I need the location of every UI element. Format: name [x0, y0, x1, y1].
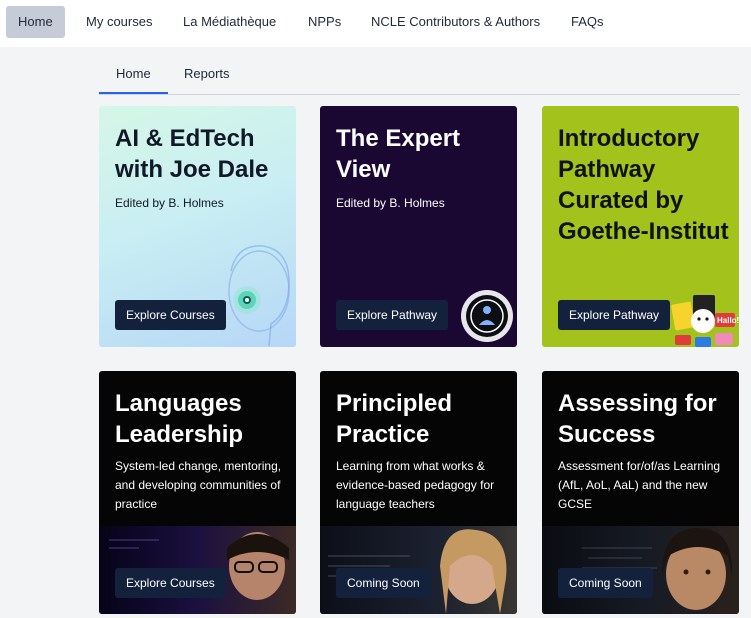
course-card-principled-practice[interactable]: Principled Practice Learning from what w…	[320, 371, 517, 614]
top-navigation: Home My courses La Médiathèque NPPs NCLE…	[0, 0, 751, 47]
card-subtitle: System-led change, mentoring, and develo…	[115, 459, 282, 511]
explore-pathway-button[interactable]: Explore Pathway	[558, 300, 671, 330]
explore-pathway-button[interactable]: Explore Pathway	[336, 300, 449, 330]
card-title: Principled Practice	[336, 390, 453, 448]
card-title: AI & EdTech with Joe Dale	[115, 125, 269, 183]
explore-courses-button[interactable]: Explore Courses	[115, 300, 226, 330]
card-title: Languages Leadership	[115, 390, 244, 448]
nav-item-faqs[interactable]: FAQs	[559, 6, 616, 38]
nav-item-my-courses[interactable]: My courses	[74, 6, 164, 38]
course-card-languages-leadership[interactable]: Languages Leadership System-led change, …	[99, 371, 296, 614]
course-card-ai-edtech[interactable]: AI & EdTech with Joe Dale Edited by B. H…	[99, 106, 296, 347]
hallo-sticker: Hallo!	[717, 316, 739, 325]
course-card-expert-view[interactable]: The Expert View Edited by B. Holmes Expl…	[320, 106, 517, 347]
card-title: Assessing for Success	[558, 390, 717, 448]
secondary-navigation: Home Reports	[99, 55, 740, 95]
coming-soon-button[interactable]: Coming Soon	[558, 568, 653, 598]
nav-item-npps[interactable]: NPPs	[296, 6, 353, 38]
card-title: The Expert View	[336, 125, 461, 183]
nav-item-home[interactable]: Home	[6, 6, 65, 38]
tab-reports[interactable]: Reports	[167, 55, 247, 94]
tab-home[interactable]: Home	[99, 55, 168, 94]
course-card-goethe-pathway[interactable]: Hallo! Introductory Pathway Curated by G…	[542, 106, 739, 347]
language-learning-illustration: Hallo!	[671, 295, 739, 347]
card-subtitle: Learning from what works & evidence-base…	[336, 459, 495, 511]
nav-item-ncle-contributors-authors[interactable]: NCLE Contributors & Authors	[359, 6, 552, 38]
card-title: Introductory Pathway Curated by Goethe-I…	[558, 125, 729, 245]
card-subtitle: Edited by B. Holmes	[336, 196, 445, 210]
nav-item-la-mediatheque[interactable]: La Médiathèque	[171, 6, 288, 38]
expert-logo-icon	[461, 290, 513, 342]
card-subtitle: Edited by B. Holmes	[115, 196, 224, 210]
explore-courses-button[interactable]: Explore Courses	[115, 568, 226, 598]
coming-soon-button[interactable]: Coming Soon	[336, 568, 431, 598]
course-card-assessing-for-success[interactable]: Assessing for Success Assessment for/of/…	[542, 371, 739, 614]
card-subtitle: Assessment for/of/as Learning (AfL, AoL,…	[558, 459, 721, 511]
